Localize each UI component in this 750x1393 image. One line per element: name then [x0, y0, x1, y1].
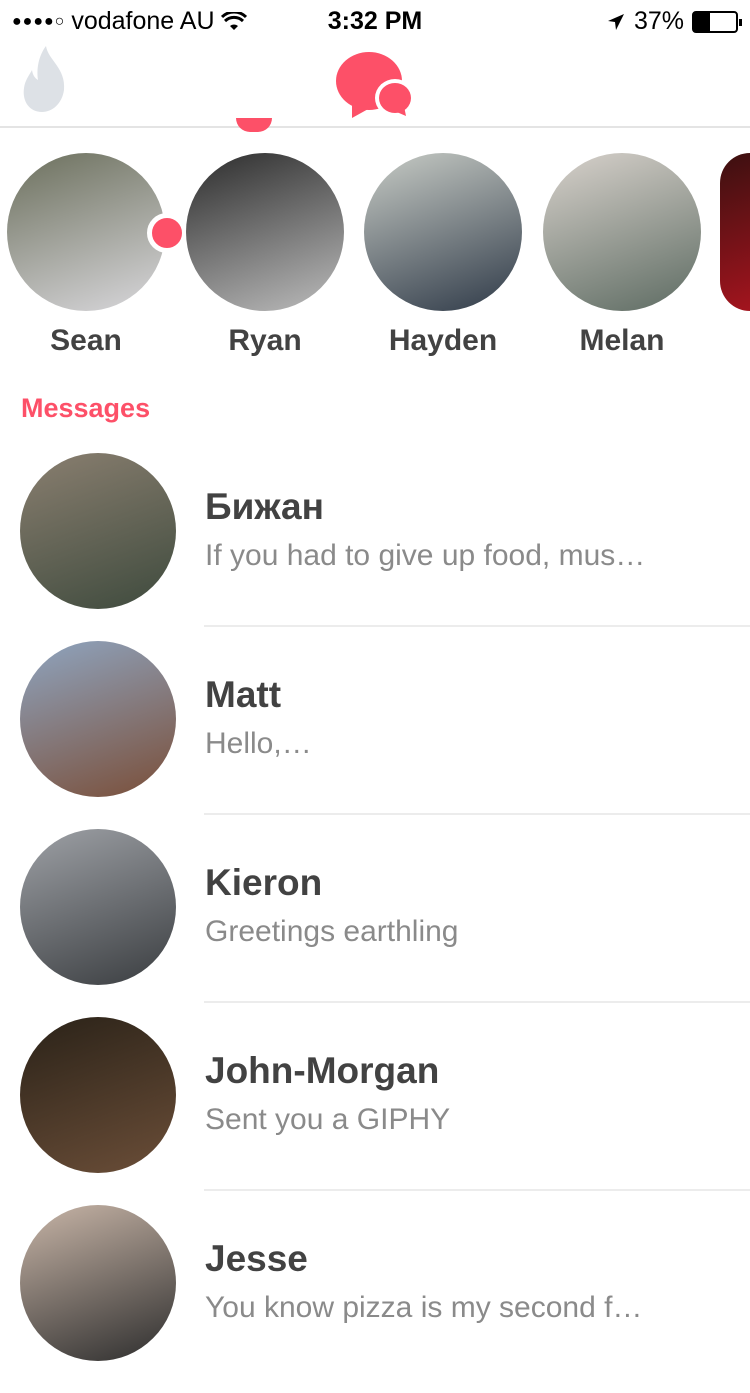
conversation-row[interactable]: Matt Hello,… — [0, 641, 750, 829]
divider — [204, 625, 750, 627]
message-preview: You know pizza is my second f… — [205, 1291, 643, 1324]
match-hayden[interactable]: Hayden — [364, 153, 522, 358]
avatar — [7, 153, 165, 311]
section-title: Messages — [21, 393, 151, 423]
conversation-row[interactable]: Бижан If you had to give up food, mus… — [0, 453, 750, 641]
conversation-row[interactable]: John-Morgan Sent you a GIPHY — [0, 1017, 750, 1205]
messages-icon[interactable] — [336, 52, 416, 120]
avatar — [20, 453, 176, 609]
match-name: Sean — [50, 324, 122, 357]
match-sean[interactable]: Sean — [7, 153, 187, 358]
match-name: Hayden — [388, 324, 498, 357]
location-icon — [607, 13, 624, 30]
avatar — [20, 829, 176, 985]
pull-indicator — [236, 118, 272, 132]
avatar — [20, 1205, 176, 1361]
contact-name: Бижан — [205, 486, 324, 527]
flame-icon[interactable] — [22, 46, 66, 112]
message-preview: Hello,… — [205, 727, 312, 760]
avatar — [543, 153, 701, 311]
conversation-row[interactable]: Jesse You know pizza is my second f… — [0, 1205, 750, 1393]
match-melan[interactable]: Melan — [543, 153, 701, 358]
divider — [204, 813, 750, 815]
match-name: Melan — [579, 324, 665, 357]
battery-icon — [692, 10, 742, 33]
contact-name: Jesse — [205, 1238, 308, 1279]
divider — [204, 1001, 750, 1003]
avatar — [364, 153, 522, 311]
divider — [204, 1189, 750, 1191]
unread-dot — [147, 213, 187, 253]
contact-name: John-Morgan — [205, 1050, 440, 1091]
match-ryan[interactable]: Ryan — [186, 153, 344, 358]
contact-name: Kieron — [205, 862, 323, 903]
message-preview: Greetings earthling — [205, 915, 459, 948]
contact-name: Matt — [205, 674, 282, 715]
match-partial[interactable] — [720, 153, 750, 324]
match-name: Ryan — [228, 324, 302, 357]
avatar — [20, 641, 176, 797]
conversation-row[interactable]: Kieron Greetings earthling — [0, 829, 750, 1017]
avatar — [20, 1017, 176, 1173]
avatar — [720, 153, 750, 311]
message-preview: Sent you a GIPHY — [205, 1103, 451, 1136]
status-bar: ●●●●○ vodafone AU 3:32 PM 37% — [0, 0, 750, 40]
battery-percent: 37% — [633, 7, 684, 35]
avatar — [186, 153, 344, 311]
message-preview: If you had to give up food, mus… — [205, 539, 646, 572]
